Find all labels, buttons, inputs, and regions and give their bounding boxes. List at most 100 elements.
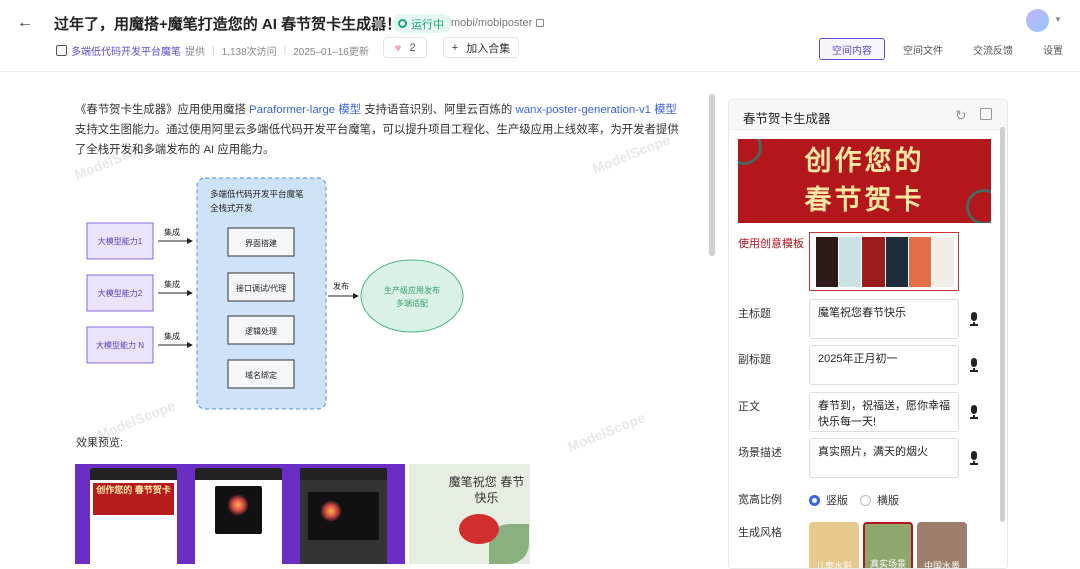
mic-icon[interactable] (969, 312, 979, 326)
step-label: 逻辑处理 (245, 326, 277, 336)
field-label: 副标题 (738, 354, 771, 366)
tab-feedback[interactable]: 交流反馈 (961, 38, 1025, 60)
model-label: 大模型能力 N (96, 340, 144, 350)
template-thumb[interactable] (816, 237, 839, 287)
body-input[interactable]: 春节到，祝福送，愿你幸福快乐每一天! (809, 392, 959, 432)
mic-icon[interactable] (969, 451, 979, 465)
firework-image (215, 486, 262, 534)
intro-text: 《春节贺卡生成器》应用使用魔搭 (75, 104, 250, 116)
panel-header: 春节贺卡生成器 ↻ (729, 100, 1007, 130)
output-ellipse (360, 259, 464, 333)
field-label: 场景描述 (738, 447, 782, 459)
app-header: ← 过年了，用魔搭+魔笔打造您的 AI 春节贺卡生成器！ 运行中 mobi/mo… (0, 0, 1080, 72)
heart-icon: ♥ (394, 40, 402, 55)
template-picker[interactable] (809, 232, 959, 291)
divider: | (212, 45, 215, 56)
style-name: 中国水墨 (923, 561, 960, 569)
panel-scrollbar[interactable] (1000, 127, 1005, 522)
left-scrollbar[interactable] (709, 94, 715, 256)
template-label: 使用创意模板 (738, 238, 804, 250)
avatar[interactable] (1026, 9, 1049, 32)
wanx-link[interactable]: wanx-poster-generation-v1 模型 (516, 104, 677, 116)
subtitle-input[interactable]: 2025年正月初一 (809, 345, 959, 385)
model-label: 大模型能力2 (98, 288, 143, 298)
firework-image (308, 492, 379, 540)
mic-icon[interactable] (969, 405, 979, 419)
app-panel: 春节贺卡生成器 ↻ 创作您的 春节贺卡 使用创意模板 主标题 魔笔祝您春节快乐 … (728, 99, 1008, 569)
chevron-down-icon[interactable]: ▼ (1054, 15, 1062, 24)
style-ink[interactable]: 中国水墨 (917, 522, 967, 569)
integrate-label: 集成 (164, 331, 180, 341)
model-label: 大模型能力1 (98, 236, 143, 246)
platform-title: 多端低代码开发平台魔笔 (210, 189, 304, 199)
mic-icon[interactable] (969, 358, 979, 372)
radio-dot[interactable] (860, 494, 871, 506)
output-label: 生产级应用发布 (384, 285, 440, 295)
like-button[interactable]: ♥ 2 (383, 37, 427, 58)
org-icon (56, 45, 67, 56)
template-thumb[interactable] (885, 237, 908, 287)
radio-portrait[interactable]: 竖版 (809, 492, 848, 508)
radio-dot[interactable] (809, 494, 820, 506)
preview-phone (300, 468, 387, 564)
phone-status (300, 468, 387, 480)
phone-banner: 创作您的 春节贺卡 (93, 483, 174, 515)
intro-text: 支持文生图能力。通过使用阿里云多端低代码开发平台魔笔，可以提升项目工程化、生产级… (75, 124, 679, 156)
style-watercolor[interactable]: 儿童水彩 (809, 522, 859, 569)
add-collection-button[interactable]: + 加入合集 (443, 37, 519, 58)
scene-input[interactable]: 真实照片，满天的烟火 (809, 438, 959, 478)
template-thumb[interactable] (908, 237, 931, 287)
visit-count: 1,138次访问 (221, 47, 277, 58)
repo-path: mobi/mobiposter (451, 17, 545, 29)
style-label: 生成风格 (738, 527, 782, 539)
intro-text: 支持语音识别、阿里云百炼的 (361, 104, 516, 116)
card-text: 魔笔祝您 春节快乐 (448, 475, 525, 505)
banner-line2: 春节贺卡 (804, 185, 925, 216)
integrate-label: 集成 (164, 279, 180, 289)
copy-icon[interactable] (536, 19, 545, 27)
architecture-diagram: 多端低代码开发平台魔笔 全栈式开发 大模型能力1 大模型能力2 大模型能力 N … (86, 177, 464, 410)
banner-line1: 创作您的 (804, 146, 925, 177)
back-arrow-icon[interactable]: ← (14, 12, 36, 34)
style-realistic[interactable]: 真实场景 (863, 522, 913, 568)
ratio-label: 宽高比例 (738, 494, 782, 506)
field-label: 正文 (738, 401, 760, 413)
style-options: 儿童水彩 真实场景 中国水墨 (809, 522, 967, 569)
banner-image: 创作您的 春节贺卡 (738, 139, 991, 223)
step-label: 界面搭建 (245, 238, 277, 248)
radio-text: 横版 (877, 495, 899, 507)
open-external-icon[interactable] (980, 108, 992, 120)
step-label: 域名绑定 (245, 370, 277, 380)
paraformer-link[interactable]: Paraformer-large 模型 (249, 104, 361, 116)
preview-strip: 创作您的 春节贺卡 (75, 464, 405, 564)
template-thumb[interactable] (931, 237, 955, 287)
plus-icon: + (451, 41, 459, 54)
readme-area: ModelScope ModelScope ModelScope ModelSc… (0, 72, 700, 564)
template-thumbnails (816, 237, 955, 287)
update-date: 2025–01–16更新 (293, 47, 369, 58)
status-text: 运行中 (411, 18, 444, 31)
radio-landscape[interactable]: 横版 (860, 492, 899, 508)
preview-phone (195, 468, 282, 564)
preview-card: 魔笔祝您 春节快乐 (409, 464, 530, 564)
tab-space-content[interactable]: 空间内容 (819, 38, 885, 60)
radio-text: 竖版 (826, 495, 848, 507)
tab-space-files[interactable]: 空间文件 (891, 38, 955, 60)
phone-status (195, 468, 282, 480)
template-thumb[interactable] (839, 237, 862, 287)
platform-subtitle: 全栈式开发 (210, 203, 253, 213)
template-thumb[interactable] (862, 237, 885, 287)
swirl-decoration (966, 189, 991, 223)
publish-label: 发布 (333, 281, 349, 291)
main-title-input[interactable]: 魔笔祝您春节快乐 (809, 299, 959, 339)
divider: | (283, 45, 287, 56)
refresh-icon[interactable]: ↻ (955, 107, 967, 124)
collect-label: 加入合集 (466, 42, 511, 55)
watermark: ModelScope (565, 409, 648, 455)
like-count: 2 (409, 41, 416, 54)
status-badge: 运行中 (392, 14, 452, 33)
style-name: 儿童水彩 (815, 561, 852, 569)
org-link[interactable]: 多端低代码开发平台魔笔 (71, 43, 181, 58)
tab-settings[interactable]: 设置 (1031, 38, 1075, 60)
flower-illustration (459, 514, 499, 544)
